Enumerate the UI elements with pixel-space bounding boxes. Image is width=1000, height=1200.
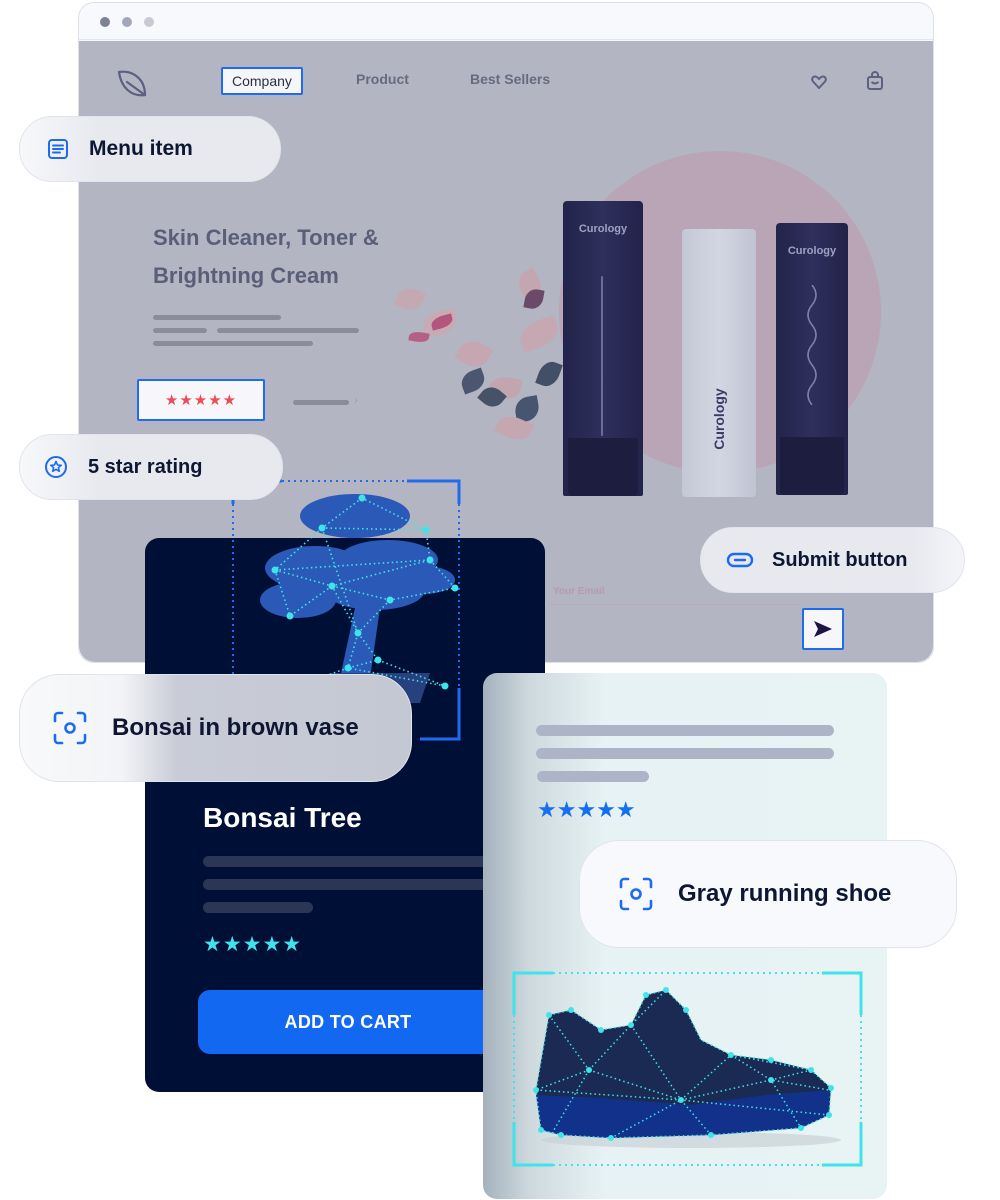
leaf-icon[interactable] (115, 67, 149, 101)
rating-stars: ★★★★★ (203, 933, 303, 956)
product-title: Bonsai Tree (203, 802, 362, 833)
product-brand: Curology (787, 245, 837, 257)
hero-title: Skin Cleaner, Toner & Brightning Cream (153, 225, 379, 288)
product-brand: Curology (578, 223, 628, 235)
star-circle-icon (44, 455, 68, 479)
product-bottle: Curology (682, 229, 756, 497)
product-brand: Curology (711, 388, 727, 450)
label-menu-item: Menu item (19, 116, 281, 182)
text-placeholder-line (153, 341, 313, 346)
email-input-underline (549, 604, 801, 605)
product-tube-moisturizer: Curology (776, 223, 848, 495)
chevron-right-icon: › (354, 393, 358, 407)
label-text: Menu item (89, 137, 193, 160)
star-rating-widget[interactable]: ★★★★★ (137, 379, 265, 421)
browser-title-bar (79, 3, 933, 40)
label-submit-button: Submit button (700, 527, 965, 593)
add-to-cart-button[interactable]: ADD TO CART (198, 990, 498, 1054)
window-close-dot[interactable] (100, 17, 110, 27)
button-icon (726, 552, 754, 568)
send-arrow-icon (814, 621, 832, 637)
shoe-detection-box (512, 971, 863, 1167)
label-star-rating: 5 star rating (19, 434, 283, 500)
text-placeholder-line (536, 748, 834, 759)
link-placeholder[interactable] (293, 400, 349, 405)
window-minimize-dot[interactable] (122, 17, 132, 27)
window-maximize-dot[interactable] (144, 17, 154, 27)
text-placeholder-line (537, 771, 649, 782)
label-text: Bonsai in brown vase (112, 714, 359, 741)
product-tube-cleanser: Curology (563, 201, 643, 496)
heart-icon[interactable] (810, 73, 828, 91)
text-placeholder-line (153, 315, 281, 320)
shopping-bag-icon[interactable] (866, 71, 884, 91)
list-icon (47, 138, 69, 160)
email-input[interactable]: Your Email (553, 586, 605, 597)
nav-item-best-sellers[interactable]: Best Sellers (470, 71, 550, 87)
submit-button[interactable] (802, 608, 844, 650)
nav-item-company[interactable]: Company (221, 67, 303, 95)
text-placeholder-line (203, 879, 493, 890)
rating-stars: ★★★★★ (164, 392, 238, 409)
text-placeholder-line (203, 856, 493, 867)
focus-scan-icon (618, 876, 654, 912)
nav-item-product[interactable]: Product (356, 71, 409, 87)
text-placeholder-line (536, 725, 834, 736)
text-placeholder-line (153, 328, 207, 333)
rating-stars: ★★★★★ (537, 797, 636, 822)
label-text: 5 star rating (88, 455, 203, 478)
focus-scan-icon (52, 710, 88, 746)
text-placeholder-line (217, 328, 359, 333)
label-text: Gray running shoe (678, 880, 892, 907)
label-bonsai: Bonsai in brown vase (19, 674, 412, 782)
label-text: Submit button (772, 548, 908, 571)
label-shoe: Gray running shoe (579, 840, 957, 948)
text-placeholder-line (203, 902, 313, 913)
